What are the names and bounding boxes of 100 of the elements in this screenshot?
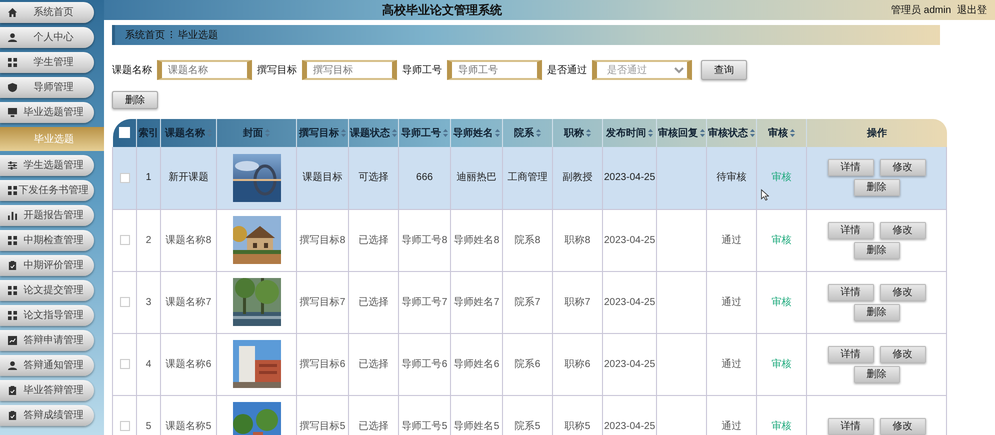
table-cell: 撰写目标6 [300, 358, 346, 370]
action-button[interactable]: 详情 [828, 418, 874, 434]
column-header[interactable]: 导师工号 [398, 119, 450, 147]
table-cell: 5 [146, 420, 152, 432]
table-cell: 课题名称6 [166, 358, 212, 370]
action-button[interactable]: 删除 [854, 179, 900, 196]
table-cell: 课题目标 [302, 172, 342, 184]
column-header[interactable]: 发布时间 [602, 119, 656, 147]
table-cell: 666 [416, 172, 433, 184]
cursor-icon [761, 188, 769, 200]
sidebar-item[interactable]: 中期检查管理 [0, 230, 94, 251]
sidebar-item[interactable]: 学生选题管理 [0, 155, 94, 176]
row-checkbox[interactable] [120, 420, 130, 431]
column-header[interactable]: 封面 [216, 119, 296, 147]
table-cell: 通过 [722, 358, 742, 370]
clipboard-icon [8, 386, 17, 395]
delete-button[interactable]: 删除 [112, 91, 158, 109]
field-label: 撰写目标 [257, 64, 297, 78]
column-header[interactable]: 导师姓名 [450, 119, 502, 147]
sort-icon [586, 128, 591, 137]
bar-chart-icon [8, 211, 17, 220]
grid-icon [8, 286, 17, 295]
column-header[interactable]: 院系 [502, 119, 552, 147]
logout-link[interactable]: 退出登 [957, 4, 987, 16]
table-cell: 课题名称5 [166, 420, 212, 432]
table-cell: 导师工号5 [402, 420, 448, 432]
action-button[interactable]: 删除 [854, 304, 900, 320]
sidebar-item[interactable]: 毕业答辩管理 [0, 380, 94, 401]
action-button[interactable]: 删除 [854, 242, 900, 258]
sidebar-item[interactable]: 中期评价管理 [0, 255, 94, 276]
sidebar-item[interactable]: 答辩通知管理 [0, 355, 94, 376]
row-checkbox[interactable] [120, 234, 130, 245]
table-cell: 2023-04-25 [604, 358, 656, 370]
row-checkbox[interactable] [120, 296, 130, 307]
table-cell: 2 [146, 234, 152, 246]
column-header[interactable]: 审核回复 [656, 119, 706, 147]
sort-icon [536, 128, 541, 137]
sidebar-item[interactable]: 学生管理 [0, 52, 94, 73]
column-header[interactable]: 课题状态 [348, 119, 398, 147]
sort-icon [750, 128, 755, 137]
table-cell: 通过 [722, 296, 742, 308]
row-checkbox[interactable] [120, 358, 130, 369]
field-label: 导师工号 [402, 64, 442, 78]
sidebar-item[interactable]: 个人中心 [0, 27, 94, 48]
table-cell: 课题名称8 [166, 234, 212, 246]
action-button[interactable]: 详情 [828, 159, 874, 176]
sidebar-item[interactable]: 毕业选题管理 [0, 102, 94, 123]
table-cell: 2023-04-25 [604, 234, 656, 246]
select-all-checkbox[interactable] [118, 127, 130, 138]
sidebar-item[interactable]: 论文提交管理 [0, 280, 94, 301]
table-cell: 通过 [722, 420, 742, 432]
column-header[interactable]: 操作 [806, 119, 946, 147]
table-cell: 导师姓名5 [454, 420, 500, 432]
table-cell: 职称8 [564, 234, 590, 246]
input-field[interactable]: 撰写目标 [302, 60, 397, 80]
table-cell: 3 [146, 296, 152, 308]
action-button[interactable]: 详情 [828, 284, 874, 300]
sort-icon [443, 128, 448, 137]
person-icon [8, 361, 17, 370]
table-cell: 已选择 [358, 234, 388, 246]
table-cell: 4 [146, 358, 152, 370]
row-checkbox[interactable] [120, 172, 130, 183]
input-field[interactable]: 导师工号 [447, 60, 542, 80]
breadcrumb-link[interactable]: 系统首页 [125, 28, 165, 42]
action-button[interactable]: 修改 [880, 159, 926, 176]
column-header[interactable]: 撰写目标 [296, 119, 348, 147]
table-cell: 通过 [722, 234, 742, 246]
action-button[interactable]: 修改 [880, 284, 926, 300]
table-cell: 院系5 [514, 420, 540, 432]
action-button[interactable]: 详情 [828, 222, 874, 238]
sort-icon [392, 128, 397, 137]
sort-icon [790, 128, 795, 137]
table-cell: 导师姓名6 [454, 358, 500, 370]
sidebar-item[interactable]: 导师管理 [0, 77, 94, 98]
action-button[interactable]: 详情 [828, 346, 874, 362]
action-button[interactable]: 修改 [880, 222, 926, 238]
sidebar-item[interactable]: 下发任务书管理 [0, 180, 94, 201]
table-cell: 撰写目标7 [300, 296, 346, 308]
sidebar-item[interactable]: 论文指导管理 [0, 305, 94, 326]
user-label: 管理员 admin [890, 4, 951, 16]
action-button[interactable]: 修改 [880, 346, 926, 362]
input-field[interactable]: 课题名称 [157, 60, 252, 80]
column-header[interactable]: 审核 [756, 119, 806, 147]
table-cell: 职称5 [564, 420, 590, 432]
table-cell: 已选择 [358, 420, 388, 432]
sidebar-item[interactable]: 开题报告管理 [0, 205, 94, 226]
breadcrumb-link[interactable]: 毕业选题 [178, 28, 218, 42]
sidebar-item[interactable]: 系统首页 [0, 2, 94, 23]
grid-icon [8, 311, 17, 320]
breadcrumb-separator: ⁝ [170, 28, 173, 42]
column-header[interactable]: 职称 [552, 119, 602, 147]
search-button[interactable]: 查询 [701, 60, 747, 80]
table-cell: 1 [146, 172, 152, 184]
sidebar-item[interactable]: 答辩申请管理 [0, 330, 94, 351]
action-button[interactable]: 删除 [854, 366, 900, 382]
column-header[interactable]: 审核状态 [706, 119, 756, 147]
sidebar-item[interactable]: 答辩成绩管理 [0, 405, 94, 426]
table-cell: 院系8 [514, 234, 540, 246]
action-button[interactable]: 修改 [880, 418, 926, 434]
table-cell: 2023-04-25 [604, 172, 656, 184]
